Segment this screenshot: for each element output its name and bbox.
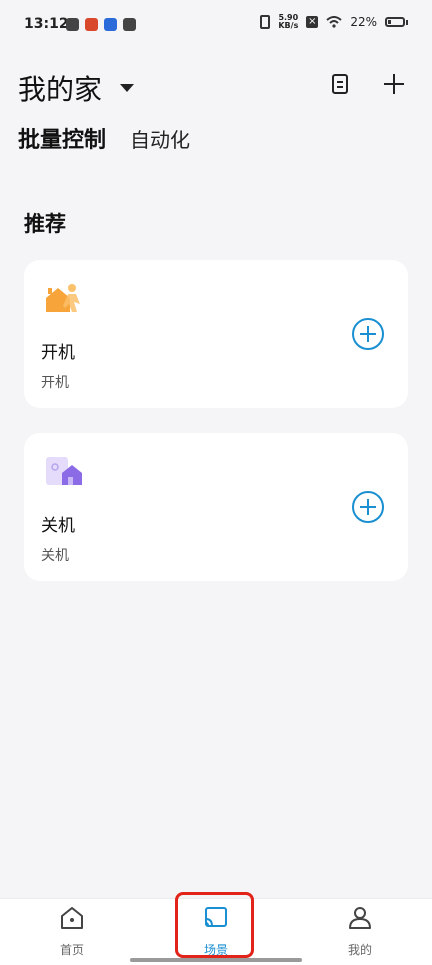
power-on-scene-icon: [46, 284, 80, 312]
tab-automation[interactable]: 自动化: [130, 124, 190, 153]
wifi-icon: [326, 16, 342, 28]
add-scene-circle-icon[interactable]: [352, 318, 384, 350]
scene-card-name: 开机: [41, 343, 75, 363]
add-icon[interactable]: [384, 74, 404, 94]
gesture-bar[interactable]: [130, 958, 302, 962]
app-notification-icon: [123, 18, 136, 31]
no-sim-icon: ×: [306, 16, 319, 28]
notification-icons: [66, 18, 136, 31]
status-right: 5.90 KB/s × 22%: [260, 14, 408, 30]
app-notification-icon: [104, 18, 117, 31]
scene-card-desc: 开机: [41, 375, 69, 391]
app-notification-icon: [66, 18, 79, 31]
add-scene-circle-icon[interactable]: [352, 491, 384, 523]
user-icon: [349, 907, 371, 929]
scene-card-power-off[interactable]: 关机 关机: [24, 433, 408, 581]
status-bar: 13:12 5.90 KB/s × 22%: [0, 0, 432, 52]
tab-batch-control[interactable]: 批量控制: [18, 122, 106, 154]
selection-highlight: [175, 892, 254, 958]
nav-item-home[interactable]: 首页: [32, 903, 112, 959]
app-notification-icon: [85, 18, 98, 31]
scene-card-desc: 关机: [41, 548, 69, 564]
scene-card-name: 关机: [41, 516, 75, 536]
network-speed: 5.90 KB/s: [278, 14, 298, 30]
nav-label-mine: 我的: [347, 943, 372, 957]
header: 我的家: [18, 68, 414, 108]
status-time: 13:12: [24, 16, 69, 32]
home-icon: [61, 907, 83, 929]
battery-fill: [388, 20, 391, 24]
scene-card-power-on[interactable]: 开机 开机: [24, 260, 408, 408]
home-title[interactable]: 我的家: [18, 68, 102, 108]
recommend-title: 推荐: [24, 212, 66, 236]
scene-tabs: 批量控制 自动化: [18, 122, 190, 154]
power-off-scene-icon: [46, 457, 82, 485]
network-speed-unit: KB/s: [278, 21, 299, 30]
chevron-down-icon[interactable]: [120, 84, 134, 92]
nav-label-home: 首页: [59, 943, 84, 957]
battery-icon: [385, 17, 408, 27]
nav-item-mine[interactable]: 我的: [320, 903, 400, 959]
vibrate-icon: [260, 15, 271, 29]
battery-percent: 22%: [350, 15, 377, 29]
document-icon[interactable]: [332, 74, 348, 94]
